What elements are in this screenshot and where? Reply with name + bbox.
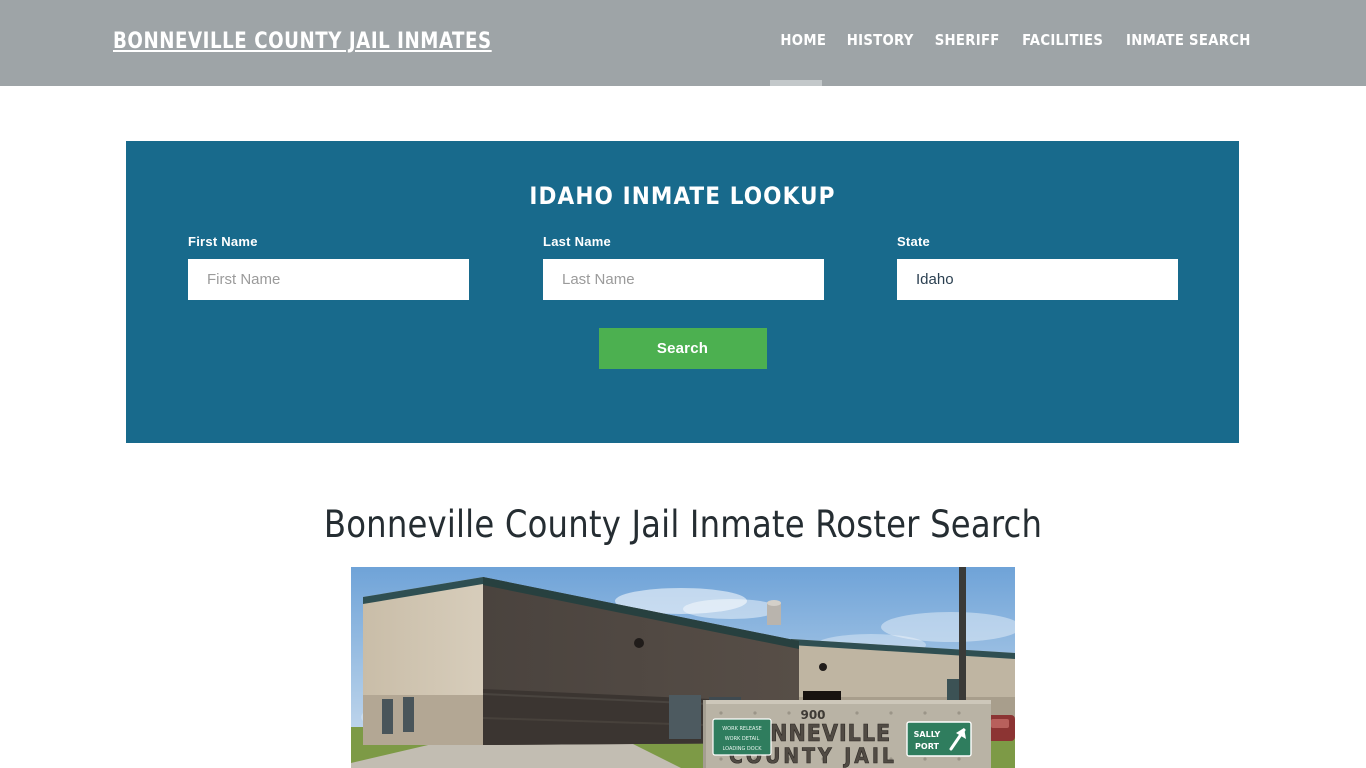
site-brand-title[interactable]: BONNEVILLE COUNTY JAIL INMATES	[113, 29, 492, 54]
sign-side-green-placard: WORK RELEASE WORK DETAIL LOADING DOCK	[712, 718, 772, 756]
lookup-fields-row: First Name Last Name State Idaho	[126, 234, 1239, 304]
state-select[interactable]: Idaho	[897, 259, 1178, 300]
page-title: Bonneville County Jail Inmate Roster Sea…	[323, 503, 1043, 546]
first-name-label: First Name	[188, 234, 258, 249]
side-sign-line-2: WORK DETAIL	[725, 736, 760, 742]
sally-port-sign: SALLY PORT	[906, 721, 972, 757]
search-button-row: Search	[126, 328, 1239, 369]
last-name-input[interactable]	[543, 259, 824, 300]
inmate-lookup-panel: IDAHO INMATE LOOKUP First Name Last Name…	[126, 141, 1239, 443]
side-sign-line-3: LOADING DOCK	[723, 746, 763, 752]
sign-address-number: 900	[800, 708, 825, 722]
nav-item-history[interactable]: HISTORY	[838, 31, 922, 49]
last-name-field-group: Last Name	[543, 234, 824, 300]
nav-item-home[interactable]: HOME	[780, 31, 834, 49]
jail-entrance-sign: 900 BONNEVILLE COUNTY JAIL WORK RELEASE …	[703, 700, 991, 768]
facility-photo: 900 BONNEVILLE COUNTY JAIL WORK RELEASE …	[351, 567, 1015, 768]
last-name-label: Last Name	[543, 234, 611, 249]
site-header: BONNEVILLE COUNTY JAIL INMATES HOME HIST…	[0, 0, 1366, 86]
search-button[interactable]: Search	[598, 328, 767, 369]
nav-active-indicator	[770, 80, 822, 86]
state-label: State	[897, 234, 931, 249]
first-name-input[interactable]	[188, 259, 469, 300]
sally-port-line-2: PORT	[915, 742, 939, 751]
nav-item-facilities[interactable]: FACILITIES	[1013, 31, 1111, 49]
main-navigation: HOME HISTORY SHERIFF FACILITIES INMATE S…	[779, 31, 1254, 49]
first-name-field-group: First Name	[188, 234, 469, 300]
facility-photo-illustration: 900 BONNEVILLE COUNTY JAIL WORK RELEASE …	[351, 567, 1015, 768]
side-sign-line-1: WORK RELEASE	[722, 726, 762, 732]
nav-item-inmate-search[interactable]: INMATE SEARCH	[1117, 31, 1250, 49]
sally-port-line-1: SALLY	[914, 730, 941, 739]
state-field-group: State Idaho	[897, 234, 1178, 300]
nav-item-sheriff[interactable]: SHERIFF	[926, 31, 1008, 49]
lookup-panel-title: IDAHO INMATE LOOKUP	[529, 182, 836, 210]
